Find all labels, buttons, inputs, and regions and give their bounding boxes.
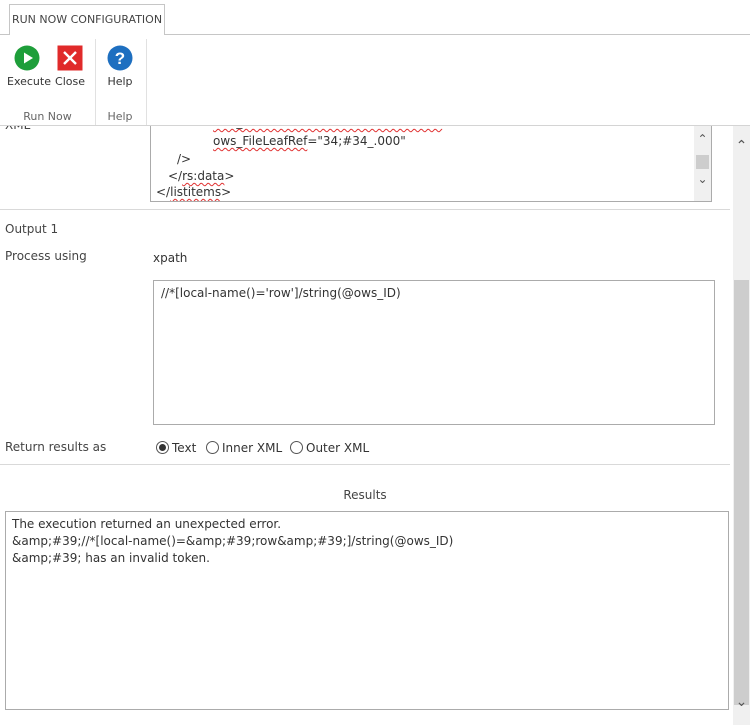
- execute-label: Execute: [7, 75, 51, 88]
- radio-unselected-icon: [206, 441, 219, 454]
- xml-line: />: [177, 152, 191, 166]
- chevron-up-icon[interactable]: ⌃: [694, 131, 711, 148]
- xml-tag-name: rs:data: [182, 169, 225, 183]
- radio-text[interactable]: Text: [156, 441, 196, 455]
- chevron-down-icon[interactable]: ⌄: [694, 171, 711, 188]
- page-scrollbar[interactable]: ⌃ ⌄: [733, 126, 750, 725]
- close-button[interactable]: Close: [52, 45, 88, 88]
- play-icon: [14, 45, 40, 71]
- ribbon-group-divider: [146, 39, 147, 125]
- xml-textarea[interactable]: ows_Modified="2019-12-19 13:38:39" ows_F…: [150, 120, 712, 202]
- xml-attr-value: ="34;#34_.000": [307, 134, 406, 148]
- results-output[interactable]: The execution returned an unexpected err…: [5, 511, 729, 710]
- help-label: Help: [107, 75, 133, 88]
- xml-text: </: [168, 169, 183, 183]
- svg-text:?: ?: [115, 49, 125, 68]
- group-label-run-now: Run Now: [23, 110, 72, 123]
- help-button[interactable]: ? Help: [102, 45, 138, 88]
- process-using-label: Process using: [5, 249, 87, 263]
- execute-button[interactable]: Execute: [7, 45, 51, 88]
- close-icon: [57, 45, 83, 71]
- radio-unselected-icon: [290, 441, 303, 454]
- xml-line: ows_FileLeafRef="34;#34_.000": [213, 134, 406, 148]
- process-using-value: xpath: [153, 251, 188, 265]
- xml-text: </: [156, 185, 171, 199]
- close-label: Close: [55, 75, 85, 88]
- xml-text: />: [177, 152, 192, 166]
- radio-selected-icon: [156, 441, 169, 454]
- ribbon: Execute Close Run Now ? Help Help: [0, 34, 750, 126]
- section-divider: [0, 464, 730, 465]
- return-results-label: Return results as: [5, 440, 107, 454]
- page-scroll-thumb[interactable]: [734, 280, 749, 705]
- xpath-expression-input[interactable]: //*[local-name()='row']/string(@ows_ID): [153, 280, 715, 425]
- chevron-down-icon[interactable]: ⌄: [733, 694, 750, 711]
- chevron-up-icon[interactable]: ⌃: [733, 138, 750, 155]
- results-title: Results: [343, 488, 387, 502]
- radio-text-label: Text: [172, 441, 197, 455]
- xml-scroll-thumb[interactable]: [696, 155, 709, 169]
- xml-text: >: [221, 185, 232, 199]
- output-label: Output 1: [5, 222, 59, 236]
- xml-tag-name: listitems: [170, 185, 222, 199]
- results-line: &amp;#39;//*[local-name()=&amp;#39;row&a…: [12, 534, 454, 548]
- results-line: The execution returned an unexpected err…: [12, 517, 282, 531]
- radio-inner-xml[interactable]: Inner XML: [206, 441, 282, 455]
- radio-outer-xml-label: Outer XML: [306, 441, 370, 455]
- radio-inner-xml-label: Inner XML: [222, 441, 283, 455]
- results-line: &amp;#39; has an invalid token.: [12, 551, 210, 565]
- xml-attr-name: ows_FileLeafRef: [213, 134, 308, 148]
- xml-line: </rs:data>: [168, 169, 234, 183]
- help-icon: ?: [107, 45, 133, 71]
- xml-line: </listitems>: [156, 185, 231, 199]
- xml-text: >: [224, 169, 235, 183]
- group-label-help: Help: [107, 110, 133, 123]
- radio-outer-xml[interactable]: Outer XML: [290, 441, 369, 455]
- section-divider: [0, 209, 730, 210]
- tab-run-now-configuration[interactable]: RUN NOW CONFIGURATION: [9, 4, 165, 35]
- ribbon-group-divider: [95, 39, 96, 125]
- xml-scrollbar[interactable]: ⌃ ⌄: [694, 121, 711, 201]
